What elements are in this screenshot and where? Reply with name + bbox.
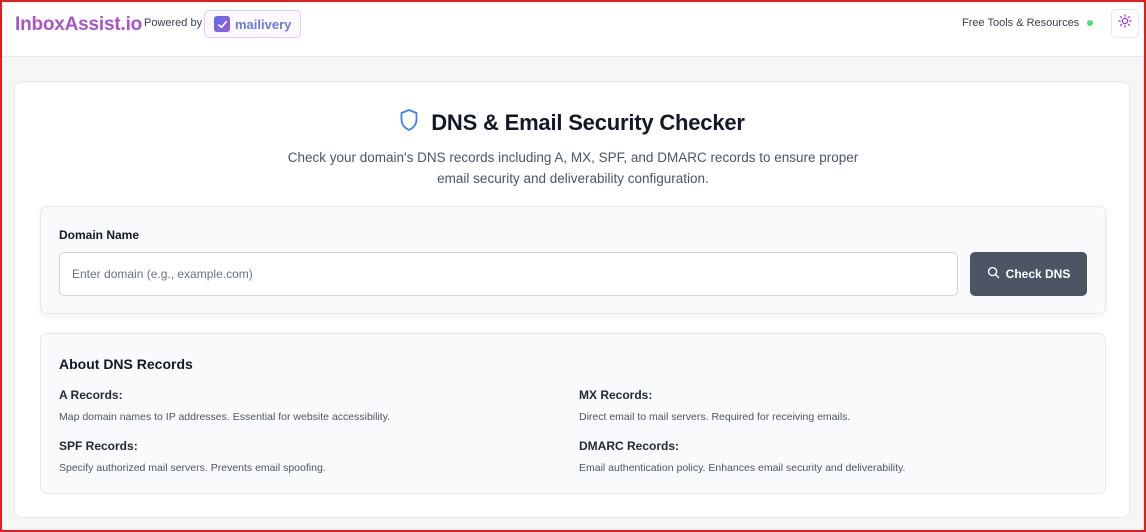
record-description: Direct email to mail servers. Required f… <box>579 411 851 423</box>
mailivery-label: mailivery <box>235 16 292 32</box>
record-name: SPF Records: <box>59 439 138 453</box>
page-header: DNS & Email Security Checker <box>15 108 1129 137</box>
mailivery-logo-icon <box>214 16 230 32</box>
shield-icon <box>399 108 419 137</box>
search-icon <box>987 266 1000 282</box>
brand-logo[interactable]: InboxAssist.io <box>15 14 142 36</box>
record-spf: SPF Records: Specify authorized mail ser… <box>59 439 539 474</box>
record-a: A Records: Map domain names to IP addres… <box>59 388 539 423</box>
domain-input[interactable] <box>59 252 958 296</box>
record-description: Map domain names to IP addresses. Essent… <box>59 411 391 423</box>
powered-by-label: Powered by <box>144 17 203 29</box>
record-description: Email authentication policy. Enhances em… <box>579 462 906 474</box>
record-dmarc: DMARC Records: Email authentication poli… <box>579 439 1059 474</box>
record-description: Specify authorized mail servers. Prevent… <box>59 462 326 474</box>
check-dns-button[interactable]: Check DNS <box>970 252 1087 296</box>
sun-icon <box>1118 14 1132 33</box>
dns-checker-card: DNS & Email Security Checker Check your … <box>14 81 1130 518</box>
page-title: DNS & Email Security Checker <box>431 109 745 135</box>
check-dns-label: Check DNS <box>1005 267 1071 281</box>
page-subtitle: Check your domain's DNS records includin… <box>287 150 859 186</box>
record-name: A Records: <box>59 388 123 402</box>
mailivery-badge[interactable]: mailivery <box>204 10 301 38</box>
status-indicator <box>1087 20 1093 26</box>
record-name: DMARC Records: <box>579 439 680 453</box>
top-bar: InboxAssist.io Powered by mailivery Free… <box>0 0 1146 57</box>
theme-toggle-button[interactable] <box>1111 9 1139 38</box>
about-dns-panel: About DNS Records A Records: Map domain … <box>40 333 1106 494</box>
domain-name-label: Domain Name <box>59 228 140 242</box>
about-title: About DNS Records <box>59 356 193 372</box>
free-tools-link[interactable]: Free Tools & Resources <box>962 17 1079 29</box>
record-mx: MX Records: Direct email to mail servers… <box>579 388 1059 423</box>
record-name: MX Records: <box>579 388 653 402</box>
domain-form: Domain Name Check DNS <box>40 206 1106 314</box>
